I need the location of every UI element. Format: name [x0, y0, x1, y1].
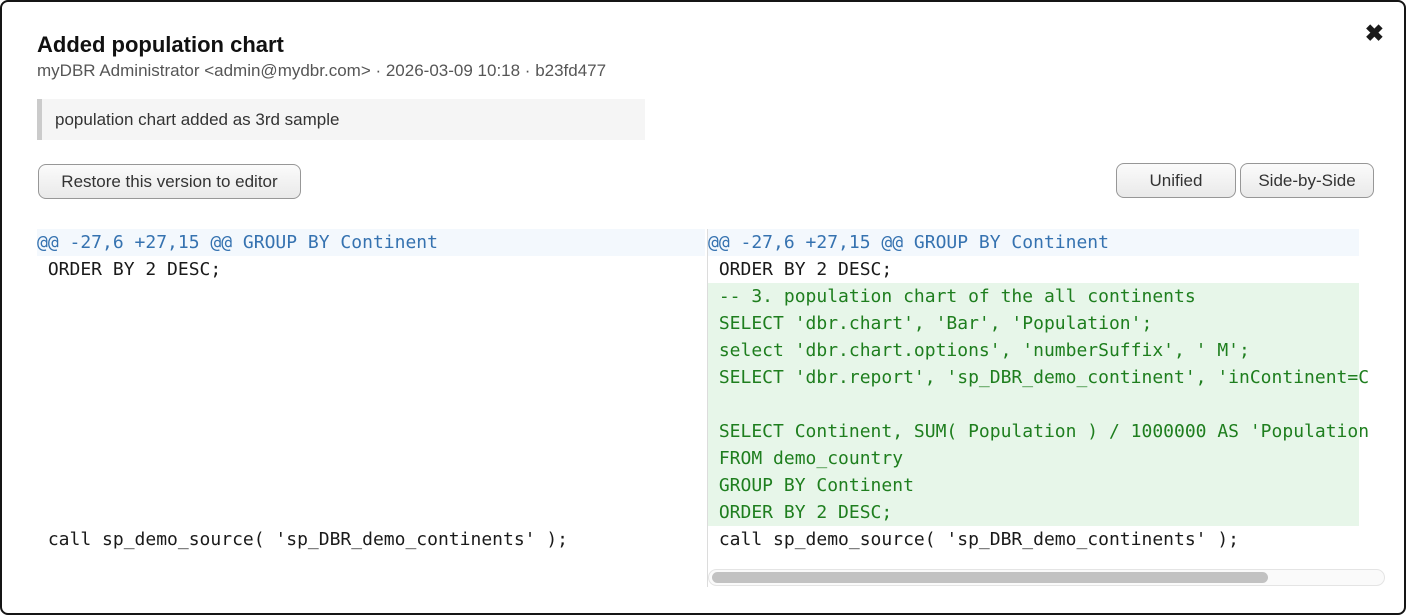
- commit-comment-text: population chart added as 3rd sample: [55, 110, 339, 130]
- version-diff-dialog: Added population chart myDBR Administrat…: [0, 0, 1406, 615]
- diff-line-empty: [37, 337, 705, 364]
- diff-line-hunk: @@ -27,6 +27,15 @@ GROUP BY Continent: [37, 229, 705, 256]
- diff-line-empty: [37, 364, 705, 391]
- diff-line-hunk: @@ -27,6 +27,15 @@ GROUP BY Continent: [708, 229, 1359, 256]
- diff-line-added: GROUP BY Continent: [708, 472, 1359, 499]
- diff-old-lines: @@ -27,6 +27,15 @@ GROUP BY Continent OR…: [37, 229, 705, 553]
- diff-line-added: SELECT Continent, SUM( Population ) / 10…: [708, 418, 1359, 445]
- scrollbar-thumb[interactable]: [712, 572, 1268, 583]
- diff-new-lines: @@ -27,6 +27,15 @@ GROUP BY Continent OR…: [708, 229, 1376, 553]
- page-title: Added population chart: [37, 32, 284, 58]
- diff-line-ctx: ORDER BY 2 DESC;: [37, 256, 705, 283]
- diff-line-added: select 'dbr.chart.options', 'numberSuffi…: [708, 337, 1359, 364]
- diff-line-added: -- 3. population chart of the all contin…: [708, 283, 1359, 310]
- diff-line-added: SELECT 'dbr.chart', 'Bar', 'Population';: [708, 310, 1359, 337]
- diff-line-added: SELECT 'dbr.report', 'sp_DBR_demo_contin…: [708, 364, 1359, 391]
- diff-line-ctx: ORDER BY 2 DESC;: [708, 256, 1359, 283]
- diff-panel-new: @@ -27,6 +27,15 @@ GROUP BY Continent OR…: [707, 229, 1385, 587]
- diff-line-empty: [37, 283, 705, 310]
- commit-comment-box: population chart added as 3rd sample: [37, 99, 645, 140]
- diff-line-ctx: call sp_demo_source( 'sp_DBR_demo_contin…: [708, 526, 1359, 553]
- diff-line-ctx: call sp_demo_source( 'sp_DBR_demo_contin…: [37, 526, 705, 553]
- close-icon[interactable]: ✖: [1361, 18, 1388, 49]
- diff-line-added: [708, 391, 1359, 418]
- diff-line-empty: [37, 310, 705, 337]
- diff-panel-old: @@ -27,6 +27,15 @@ GROUP BY Continent OR…: [37, 229, 692, 587]
- unified-view-button[interactable]: Unified: [1116, 163, 1236, 198]
- diff-line-empty: [37, 472, 705, 499]
- horizontal-scrollbar[interactable]: [708, 569, 1385, 586]
- commit-meta: myDBR Administrator <admin@mydbr.com> · …: [37, 61, 606, 81]
- diff-line-empty: [37, 445, 705, 472]
- diff-line-empty: [37, 391, 705, 418]
- restore-version-button[interactable]: Restore this version to editor: [38, 164, 301, 199]
- diff-line-added: ORDER BY 2 DESC;: [708, 499, 1359, 526]
- side-by-side-view-button[interactable]: Side-by-Side: [1240, 163, 1374, 198]
- diff-line-empty: [37, 499, 705, 526]
- diff-line-empty: [37, 418, 705, 445]
- diff-line-added: FROM demo_country: [708, 445, 1359, 472]
